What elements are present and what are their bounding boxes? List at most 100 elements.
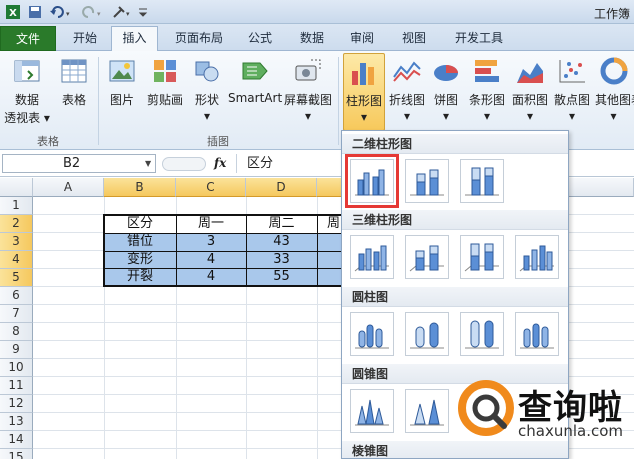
other-charts-button[interactable]: 其他图表 ▾ [593,55,634,123]
tab-developer[interactable]: 开发工具 [446,27,512,51]
tab-data[interactable]: 数据 [290,27,334,51]
tab-review[interactable]: 审阅 [340,27,384,51]
3d-cylinder-option[interactable] [515,312,559,356]
cell-c3[interactable]: 3 [176,233,246,251]
row-header[interactable]: 7 [0,305,33,323]
watermark-url: chaxunla.com [518,422,623,440]
column-header-a[interactable]: A [33,178,104,197]
pivot-table-button[interactable]: 数据 透视表 ▾ [4,55,50,126]
row-header[interactable]: 14 [0,431,33,449]
save-icon[interactable] [26,3,44,21]
pie-chart-icon [430,55,462,87]
title-bar: X ▾ ▾ ▾ 工作簿 [0,0,634,24]
row-header[interactable]: 10 [0,359,33,377]
stacked-cone-icon [410,399,444,426]
row-header[interactable]: 11 [0,377,33,395]
row-header[interactable]: 8 [0,323,33,341]
table-button[interactable]: 表格 [56,55,92,108]
clustered-column-icon [355,169,389,196]
row-header[interactable]: 1 [0,197,33,215]
clustered-cylinder-option[interactable] [350,312,394,356]
svg-text:▾: ▾ [66,10,70,18]
excel-window: X ▾ ▾ ▾ 工作簿 文件 开始 插入 页面布局 公式 数据 审阅 视图 开发… [0,0,634,459]
smartart-button[interactable]: SmartArt [228,55,282,105]
window-title: 工作簿 [593,7,630,21]
cell-c4[interactable]: 4 [176,251,246,269]
bar-chart-button[interactable]: 条形图 ▾ [466,55,508,123]
area-chart-button[interactable]: 面积图 ▾ [509,55,551,123]
stacked-column-option[interactable] [405,159,449,203]
insert-function-icon[interactable]: fx [214,156,226,170]
line-chart-button[interactable]: 折线图 ▾ [387,55,427,123]
pie-chart-button[interactable]: 饼图 ▾ [429,55,463,123]
select-all-corner[interactable] [0,178,33,197]
group-divider [98,57,99,145]
tools-icon[interactable]: ▾ [110,3,134,21]
tab-home[interactable]: 开始 [60,27,110,51]
stacked-cone-option[interactable] [405,389,449,433]
customize-toolbar-icon[interactable] [137,3,149,21]
other-charts-icon [598,55,630,87]
cell-b2[interactable]: 区分 [104,215,176,233]
3d-column-option[interactable] [515,235,559,279]
column-header-h[interactable] [569,178,634,197]
cell-d5[interactable]: 55 [246,268,317,286]
cell-d3[interactable]: 43 [246,233,317,251]
picture-icon [106,55,138,87]
formula-input[interactable]: 区分 [236,154,346,173]
row-header[interactable]: 5 [0,269,33,287]
cell-d4[interactable]: 33 [246,251,317,269]
undo-icon[interactable]: ▾ [48,3,72,21]
svg-text:▾: ▾ [126,10,130,18]
chevron-down-icon[interactable]: ▼ [145,159,151,168]
clustered-cone-option[interactable] [350,389,394,433]
row-header[interactable]: 6 [0,287,33,305]
3d-clustered-column-icon [354,245,389,272]
row-header[interactable]: 9 [0,341,33,359]
cell-c5[interactable]: 4 [176,268,246,286]
section-cylinder: 圆柱图 [342,287,568,307]
row-header[interactable]: 3 [0,233,33,251]
cell-b3[interactable]: 错位 [104,233,176,251]
screenshot-button[interactable]: 屏幕截图 ▾ [283,55,333,123]
cell-b4[interactable]: 变形 [104,251,176,269]
100-stacked-column-option[interactable] [460,159,504,203]
row-header[interactable]: 13 [0,413,33,431]
redo-icon[interactable]: ▾ [80,3,104,21]
section-2d-column: 二维柱形图 [342,134,568,154]
cell-d2[interactable]: 周二 [246,215,317,233]
tab-page-layout[interactable]: 页面布局 [164,27,234,51]
cell-b5[interactable]: 开裂 [104,268,176,286]
screenshot-icon [292,55,324,87]
column-header-b[interactable]: B [104,178,176,197]
row-header[interactable]: 2 [0,215,33,233]
shapes-button[interactable]: 形状 ▾ [190,55,224,123]
shapes-icon [191,55,223,87]
tab-view[interactable]: 视图 [392,27,436,51]
3d-100-stacked-column-option[interactable] [460,235,504,279]
cell-c2[interactable]: 周一 [176,215,246,233]
column-header-d[interactable]: D [246,178,317,197]
smartart-icon [239,55,271,87]
picture-button[interactable]: 图片 [104,55,140,108]
tab-insert[interactable]: 插入 [111,26,158,52]
percent-stacked-cylinder-icon [465,320,499,349]
3d-clustered-column-option[interactable] [350,235,394,279]
100-stacked-cylinder-option[interactable] [460,312,504,356]
row-header[interactable]: 12 [0,395,33,413]
clustered-column-option[interactable] [345,154,399,208]
stacked-cylinder-option[interactable] [405,312,449,356]
scatter-chart-button[interactable]: 散点图 ▾ [552,55,592,123]
formula-bar-resize-handle[interactable] [162,157,206,171]
3d-cylinder-icon [520,323,554,349]
3d-stacked-column-option[interactable] [405,235,449,279]
tab-formulas[interactable]: 公式 [238,27,282,51]
clip-art-button[interactable]: 剪贴画 [142,55,188,108]
column-chart-button[interactable]: 柱形图 ▾ [343,53,385,131]
row-header[interactable]: 4 [0,251,33,269]
column-header-c[interactable]: C [176,178,246,197]
watermark: 查询啦 chaxunla.com [454,372,632,456]
name-box[interactable]: B2 [2,154,156,173]
tab-file[interactable]: 文件 [0,26,56,51]
row-header[interactable]: 15 [0,449,33,459]
